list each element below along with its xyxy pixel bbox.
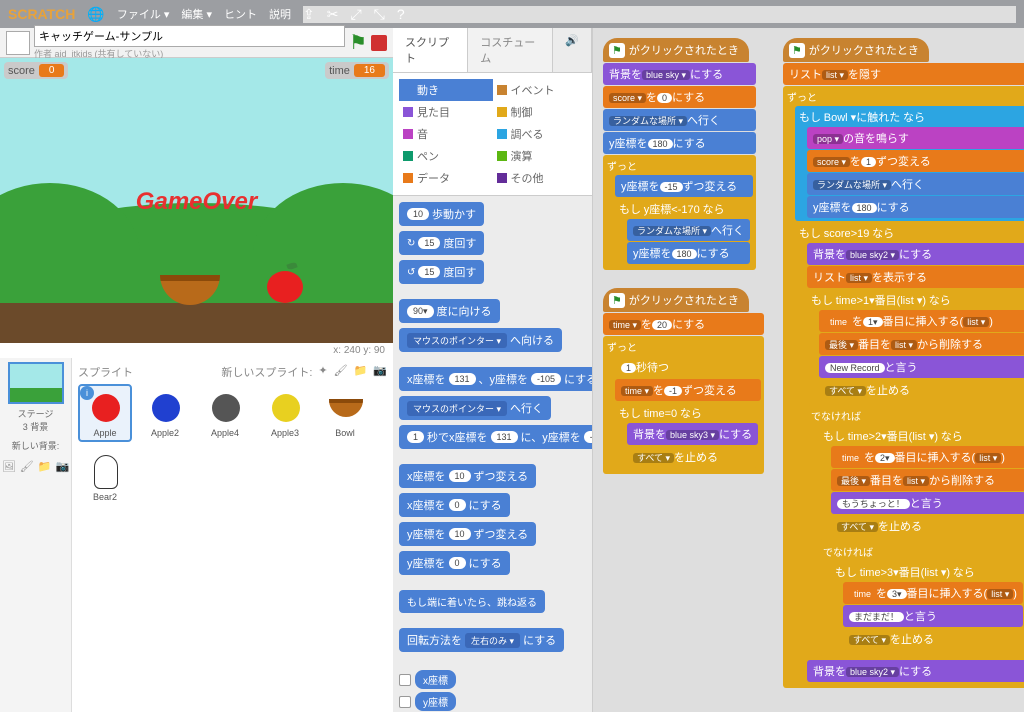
sprite-item-Bear2[interactable]: Bear2 [78, 448, 132, 506]
block-glide[interactable]: 1秒でx座標を131に、y座標を-1 [399, 425, 592, 449]
category-イベント[interactable]: イベント [493, 79, 587, 101]
category-制御[interactable]: 制御 [493, 101, 587, 123]
category-音[interactable]: 音 [399, 123, 493, 145]
backdrop-camera-icon[interactable]: 📷 [55, 460, 69, 473]
grow-icon[interactable]: ⤢ [350, 6, 361, 23]
sprite-upload-icon[interactable]: 📁 [354, 364, 368, 380]
tab-scripts[interactable]: スクリプト [393, 28, 468, 72]
sprite-item-Apple2[interactable]: Apple2 [138, 384, 192, 442]
block-point-direction[interactable]: 90▾度に向ける [399, 299, 500, 323]
tab-sounds[interactable]: 🔊 [553, 28, 592, 72]
fullscreen-icon[interactable] [6, 31, 30, 55]
duplicate-icon[interactable]: ⇪ [303, 6, 315, 23]
category-見た目[interactable]: 見た目 [399, 101, 493, 123]
block-palette: 10歩動かす ↻15度回す ↺15度回す 90▾度に向ける マウスのポインター … [393, 196, 592, 712]
block-set-y[interactable]: y座標を0にする [399, 551, 510, 575]
top-menu-bar: SCRATCH 🌐 ファイル ▾ 編集 ▾ ヒント 説明 ⇪ ✂ ⤢ ⤡ ? [0, 0, 1024, 28]
block-point-towards[interactable]: マウスのポインター ▾へ向ける [399, 328, 562, 352]
stage-coords: x: 240 y: 90 [0, 343, 393, 358]
script-2[interactable]: ⚑がクリックされたとき time ▾を20にする ずっと 1秒待つ time ▾… [603, 288, 764, 474]
stop-button[interactable] [371, 35, 387, 51]
stage-canvas[interactable]: score0 time16 GameOver [0, 58, 393, 343]
shrink-icon[interactable]: ⤡ [374, 6, 385, 23]
var-time-display: time16 [325, 62, 389, 79]
stage-panel: ステージ 3 背景 新しい背景: 🖼 🖌 📁 📷 [0, 358, 72, 712]
category-ペン[interactable]: ペン [399, 145, 493, 167]
menu-edit[interactable]: 編集 ▾ [181, 6, 212, 22]
cut-icon[interactable]: ✂ [327, 6, 339, 23]
backdrop-library-icon[interactable]: 🖼 [2, 460, 16, 473]
var-score-display: score0 [4, 62, 68, 79]
sprite-library-icon[interactable]: ✦ [318, 364, 327, 380]
block-move-steps[interactable]: 10歩動かす [399, 202, 484, 226]
sprite-camera-icon[interactable]: 📷 [373, 364, 387, 380]
help-icon[interactable]: ? [397, 6, 405, 23]
sprite-item-Apple4[interactable]: Apple4 [198, 384, 252, 442]
category-その他[interactable]: その他 [493, 167, 587, 189]
green-flag-button[interactable]: ⚑ [349, 30, 367, 55]
stage-thumbnail[interactable] [8, 362, 64, 404]
category-動き[interactable]: 動き [399, 79, 493, 101]
reporter-x[interactable]: x座標 [399, 670, 586, 689]
sprite-paint-icon[interactable]: 🖌 [334, 364, 348, 380]
block-categories: 動きイベント見た目制御音調べるペン演算データその他 [393, 73, 592, 196]
menu-about[interactable]: 説明 [269, 6, 291, 22]
category-演算[interactable]: 演算 [493, 145, 587, 167]
sprite-item-Apple3[interactable]: Apple3 [258, 384, 312, 442]
stage-header: キャッチゲーム-サンプル 作者 aid_itkids (共有していない) ⚑ [0, 28, 393, 58]
block-goto-xy[interactable]: x座標を131、y座標を-105にする [399, 367, 592, 391]
block-rotation-style[interactable]: 回転方法を左右のみ ▾にする [399, 628, 564, 652]
gameover-text: GameOver [0, 188, 393, 216]
sprite-item-Bowl[interactable]: Bowl [318, 384, 372, 442]
block-turn-cw[interactable]: ↻15度回す [399, 231, 484, 255]
script-1[interactable]: ⚑がクリックされたとき 背景をblue sky ▾にする score ▾を0にす… [603, 38, 756, 270]
menu-file[interactable]: ファイル ▾ [117, 6, 170, 22]
category-調べる[interactable]: 調べる [493, 123, 587, 145]
sprite-item-Apple[interactable]: iApple [78, 384, 132, 442]
block-bounce[interactable]: もし端に着いたら、跳ね返る [399, 590, 545, 613]
logo[interactable]: SCRATCH [8, 6, 75, 22]
category-データ[interactable]: データ [399, 167, 493, 189]
scripts-area[interactable]: ⚑がクリックされたとき 背景をblue sky ▾にする score ▾を0にす… [593, 28, 1024, 712]
script-3[interactable]: ⚑がクリックされたとき リストlist ▾を隠す ずっと もし Bowl ▾に触… [783, 38, 1024, 688]
reporter-y[interactable]: y座標 [399, 692, 586, 711]
block-change-x[interactable]: x座標を10ずつ変える [399, 464, 536, 488]
menu-tips[interactable]: ヒント [224, 6, 257, 22]
editor-tabs: スクリプト コスチューム 🔊 [393, 28, 592, 73]
block-change-y[interactable]: y座標を10ずつ変える [399, 522, 536, 546]
project-title-input[interactable]: キャッチゲーム-サンプル [34, 25, 345, 47]
block-goto[interactable]: マウスのポインター ▾へ行く [399, 396, 551, 420]
block-turn-ccw[interactable]: ↺15度回す [399, 260, 484, 284]
backdrop-paint-icon[interactable]: 🖌 [20, 460, 34, 473]
sprite-list-title: スプライト [78, 364, 133, 380]
backdrop-upload-icon[interactable]: 📁 [38, 460, 52, 473]
block-set-x[interactable]: x座標を0にする [399, 493, 510, 517]
globe-icon[interactable]: 🌐 [87, 6, 104, 23]
tab-costumes[interactable]: コスチューム [468, 28, 553, 72]
